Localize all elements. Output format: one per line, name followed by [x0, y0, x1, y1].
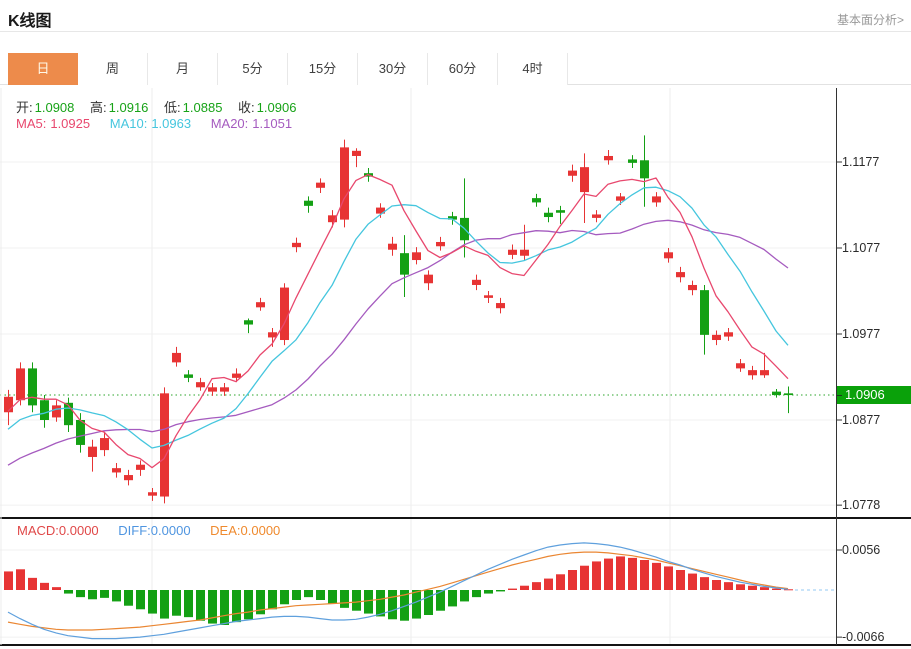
ma-readout: MA5:1.0925 MA10:1.0963 MA20:1.1051 — [16, 116, 292, 131]
ma10-line — [8, 187, 788, 448]
price-tick-label: 1.1077 — [842, 240, 880, 256]
price-tick-label: 1.0977 — [842, 326, 880, 342]
close-readout: 收:1.0906 — [238, 100, 296, 115]
dea-value: DEA:0.0000 — [210, 523, 280, 538]
ma10-readout: MA10:1.0963 — [110, 116, 191, 131]
macd-value: MACD:0.0000 — [17, 523, 99, 538]
ohlc-readout: 开:1.0908 高:1.0916 低:1.0885 收:1.0906 — [16, 97, 308, 116]
current-price-tag: 1.0906 — [837, 386, 911, 404]
ma20-readout: MA20:1.1051 — [211, 116, 292, 131]
diff-value: DIFF:0.0000 — [118, 523, 190, 538]
open-readout: 开:1.0908 — [16, 100, 74, 115]
macd-histogram — [4, 556, 793, 625]
macd-readout: MACD:0.0000 DIFF:0.0000 DEA:0.0000 — [17, 523, 280, 538]
ma5-line — [8, 175, 788, 468]
price-tick-label: 1.0877 — [842, 412, 880, 428]
kline-app: K线图 基本面分析> 日周月5分15分30分60分4时 开:1.0908 高:1… — [0, 0, 911, 649]
high-readout: 高:1.0916 — [90, 100, 148, 115]
low-readout: 低:1.0885 — [164, 100, 222, 115]
macd-tick-label: 0.0056 — [842, 542, 880, 558]
ma5-readout: MA5:1.0925 — [16, 116, 90, 131]
price-tick-label: 1.0778 — [842, 497, 880, 513]
price-tick-label: 1.1177 — [842, 154, 879, 170]
candles — [4, 135, 793, 503]
macd-tick-label: -0.0066 — [842, 629, 884, 645]
gridlines — [0, 88, 837, 645]
